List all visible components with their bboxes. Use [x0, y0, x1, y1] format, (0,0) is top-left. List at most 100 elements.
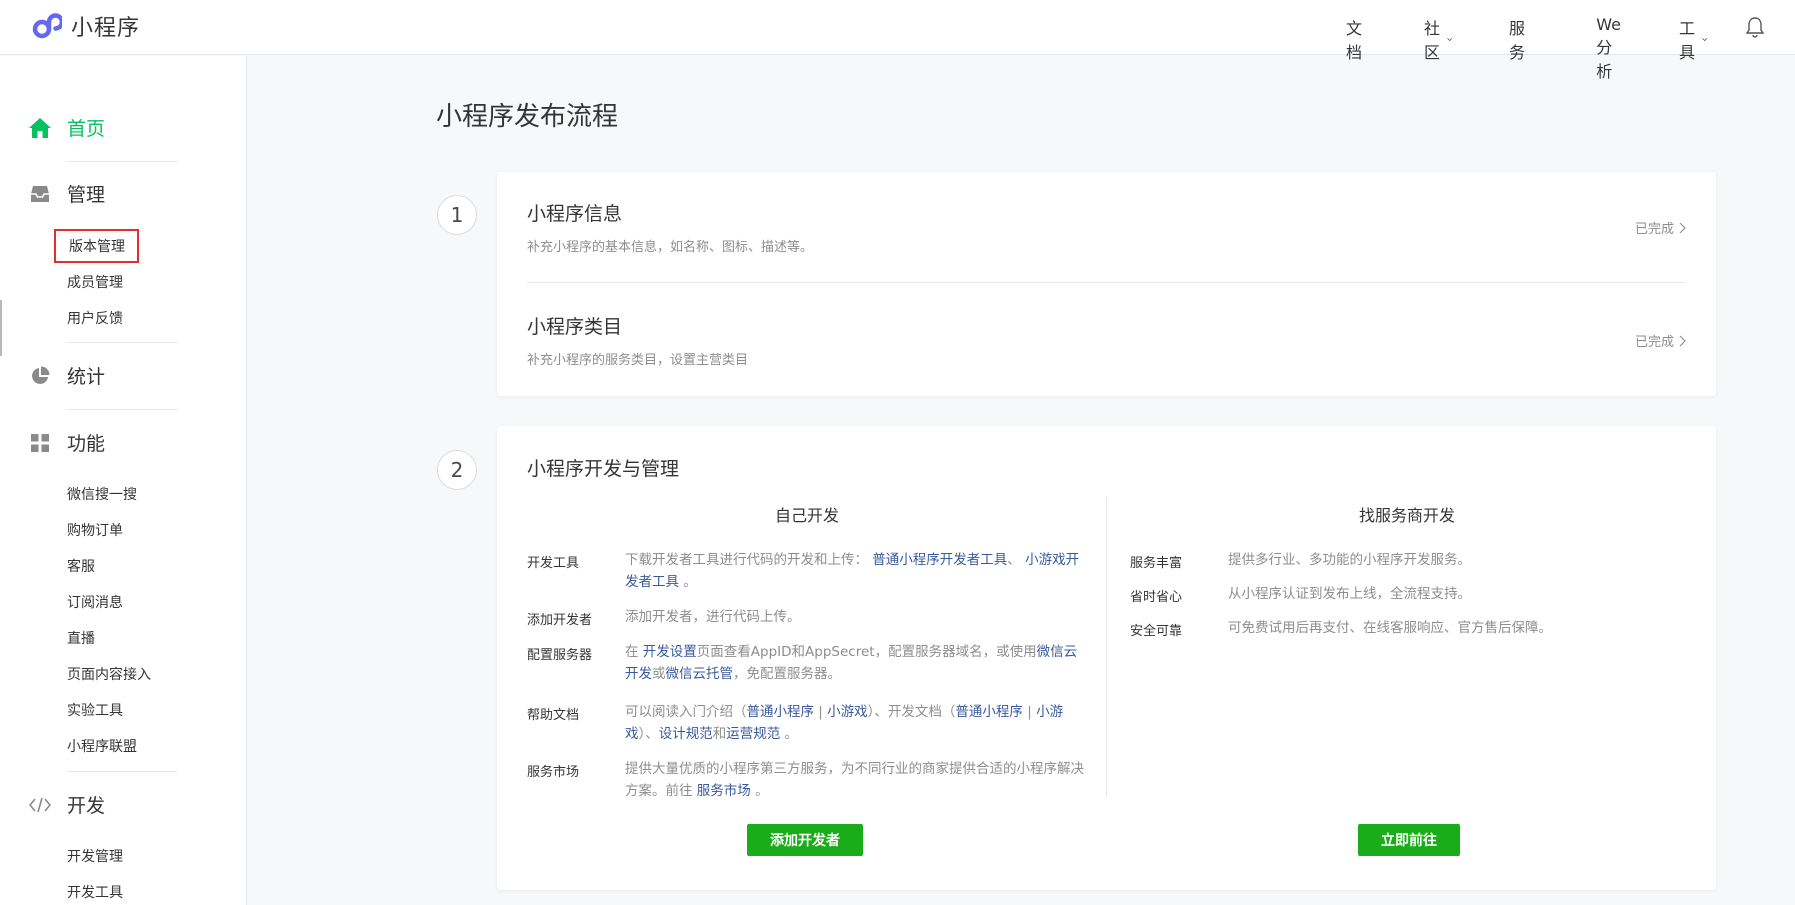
sidebar-item-stats[interactable]: 统计 — [28, 362, 105, 389]
sidebar-item-label: 功能 — [67, 433, 106, 455]
feature-text-part: 。 — [683, 574, 697, 590]
docs-mini-program-link[interactable]: 普通小程序 — [955, 704, 1023, 720]
chevron-down-icon — [1446, 37, 1452, 41]
sidebar-item-develop[interactable]: 开发 — [28, 791, 105, 818]
info-row-status-link[interactable]: 已完成 — [1635, 218, 1686, 237]
feature-text: 在 开发设置页面查看AppID和AppSecret，配置服务器域名，或使用微信云… — [625, 641, 1090, 685]
category-row-desc: 补充小程序的服务类目，设置主营类目 — [527, 353, 749, 368]
sidebar-item-home[interactable]: 首页 — [28, 114, 105, 141]
feature-text: 提供大量优质的小程序第三方服务，为不同行业的商家提供合适的小程序解决方案。前往 … — [625, 758, 1090, 802]
feature-label: 安全可靠 — [1130, 624, 1183, 639]
feature-text: 从小程序认证到发布上线，全流程支持。 — [1228, 586, 1471, 602]
feature-label: 帮助文档 — [527, 708, 580, 723]
sidebar-divider — [66, 409, 177, 410]
logo-text: 小程序 — [71, 16, 141, 41]
intro-game-link[interactable]: 小游戏 — [827, 704, 868, 720]
add-developer-button[interactable]: 添加开发者 — [747, 824, 863, 856]
sidebar-subitem-mini-program-alliance[interactable]: 小程序联盟 — [67, 736, 137, 756]
feature-text-part: 在 — [625, 644, 639, 660]
pie-chart-icon — [28, 364, 52, 388]
feature-text: 提供多行业、多功能的小程序开发服务。 — [1228, 552, 1471, 568]
feature-text-part: 和 — [712, 726, 727, 742]
home-icon — [28, 116, 52, 140]
top-bar: 小程序 文档 社区 服务 We分析 工具 — [0, 0, 1795, 81]
feature-text-part: 提供大量优质的小程序第三方服务，为不同行业的商家提供合适的小程序解决方案。前往 — [625, 761, 1084, 799]
bell-icon[interactable] — [1745, 16, 1765, 38]
chevron-right-icon — [1679, 335, 1686, 346]
sidebar-scroll-indicator — [0, 300, 2, 356]
feature-label: 开发工具 — [527, 556, 580, 571]
column-divider — [1106, 497, 1107, 797]
feature-text-part: | — [1027, 704, 1032, 720]
nav-community[interactable]: 社区 — [1424, 15, 1452, 63]
sidebar-divider — [66, 161, 177, 162]
chevron-down-icon — [1701, 37, 1707, 41]
nav-we-analytics[interactable]: We分析 — [1596, 15, 1621, 82]
category-row-title: 小程序类目 — [527, 316, 623, 338]
info-row-title: 小程序信息 — [527, 203, 623, 225]
sidebar-item-label: 首页 — [67, 118, 106, 140]
cloud-hosting-link[interactable]: 微信云托管 — [666, 666, 734, 682]
chevron-right-icon — [1679, 222, 1686, 233]
feature-text-part: 可以阅读入门介绍（ — [625, 704, 747, 720]
page-title: 小程序发布流程 — [436, 102, 619, 132]
sidebar-subitem-dev-tools[interactable]: 开发工具 — [67, 882, 123, 902]
sidebar-subitem-version-management[interactable]: 版本管理 — [54, 229, 139, 263]
logo[interactable]: 小程序 — [30, 10, 140, 42]
sidebar-item-label: 管理 — [67, 184, 106, 206]
ops-spec-link[interactable]: 运营规范 — [726, 726, 780, 742]
sidebar-divider — [66, 771, 177, 772]
feature-text: 可免费试用后再支付、在线客服响应、官方售后保障。 — [1228, 620, 1552, 636]
feature-text-part: 下载开发者工具进行代码的开发和上传： — [625, 552, 868, 568]
sidebar-item-label: 开发 — [67, 795, 106, 817]
info-row-desc: 补充小程序的基本信息，如名称、图标、描述等。 — [527, 240, 814, 255]
sidebar-subitem-page-content-access[interactable]: 页面内容接入 — [67, 664, 151, 684]
sidebar-item-features[interactable]: 功能 — [28, 429, 105, 456]
feature-text-part: ）、开发文档（ — [867, 704, 956, 720]
nav-docs[interactable]: 文档 — [1346, 15, 1362, 63]
sidebar-subitem-customer-service[interactable]: 客服 — [67, 556, 95, 576]
feature-text-part: 。 — [755, 783, 769, 799]
nav-we-analytics-label: We分析 — [1596, 15, 1621, 81]
intro-mini-program-link[interactable]: 普通小程序 — [747, 704, 815, 720]
category-row-status-link[interactable]: 已完成 — [1635, 331, 1686, 350]
feature-text-part: 、 — [1007, 552, 1021, 568]
sidebar-subitem-experiment-tools[interactable]: 实验工具 — [67, 700, 123, 720]
mini-program-logo-icon — [32, 13, 62, 39]
nav-services-label: 服务 — [1508, 19, 1525, 62]
inbox-icon — [28, 182, 52, 206]
sidebar-item-manage[interactable]: 管理 — [28, 180, 105, 207]
code-icon — [28, 793, 52, 817]
feature-label: 省时省心 — [1130, 590, 1183, 605]
sidebar-subitem-dev-management[interactable]: 开发管理 — [67, 846, 123, 866]
go-now-button[interactable]: 立即前往 — [1358, 824, 1460, 856]
dev-settings-link[interactable]: 开发设置 — [643, 644, 697, 660]
sidebar-subitem-user-feedback[interactable]: 用户反馈 — [67, 308, 123, 328]
feature-label: 配置服务器 — [527, 648, 593, 663]
sidebar-item-label: 统计 — [67, 366, 106, 388]
feature-text-part: 页面查看AppID和AppSecret，配置服务器域名，或使用 — [696, 644, 1037, 660]
step2-card: 小程序开发与管理 自己开发 开发工具 下载开发者工具进行代码的开发和上传： 普通… — [497, 426, 1716, 890]
sidebar-subitem-shopping-orders[interactable]: 购物订单 — [67, 520, 123, 540]
feature-label: 服务丰富 — [1130, 556, 1183, 571]
feature-text-part: 。 — [784, 726, 799, 742]
feature-text-part: | — [818, 704, 823, 720]
design-spec-link[interactable]: 设计规范 — [659, 726, 713, 742]
dev-tools-link[interactable]: 普通小程序开发者工具 — [872, 552, 1007, 568]
nav-services[interactable]: 服务 — [1509, 15, 1525, 63]
feature-label: 添加开发者 — [527, 613, 593, 628]
feature-text-part: 或 — [652, 666, 666, 682]
nav-docs-label: 文档 — [1345, 19, 1362, 62]
nav-tools-label: 工具 — [1678, 19, 1695, 62]
sidebar: 首页 管理 版本管理 成员管理 用户反馈 统计 功能 微信搜一搜 购物订单 客服… — [0, 56, 247, 905]
nav-tools[interactable]: 工具 — [1679, 15, 1707, 63]
sidebar-subitem-subscription-messages[interactable]: 订阅消息 — [67, 592, 123, 612]
sidebar-subitem-wechat-search[interactable]: 微信搜一搜 — [67, 484, 137, 504]
step-number: 1 — [437, 195, 477, 235]
grid-icon — [28, 431, 52, 455]
service-market-link[interactable]: 服务市场 — [697, 783, 751, 799]
sidebar-subitem-live[interactable]: 直播 — [67, 628, 95, 648]
sidebar-subitem-member-management[interactable]: 成员管理 — [67, 272, 123, 292]
feature-text-part: ）、 — [638, 726, 659, 742]
self-dev-heading: 自己开发 — [774, 506, 839, 525]
